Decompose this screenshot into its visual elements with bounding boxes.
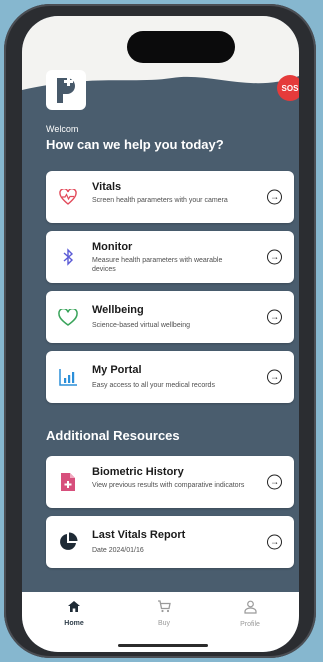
- arrow-right-circle-icon[interactable]: →: [267, 369, 282, 385]
- tab-profile[interactable]: Profile: [220, 600, 280, 628]
- arrow-right-circle-icon[interactable]: →: [267, 249, 282, 265]
- page-title: How can we help you today?: [46, 137, 224, 152]
- document-plus-icon: [58, 472, 78, 492]
- home-indicator: [118, 644, 208, 647]
- tab-buy[interactable]: Buy: [134, 600, 194, 627]
- logo-p-icon: [57, 77, 75, 103]
- app-screen: SOS Welcom How can we help you today? Vi…: [22, 16, 299, 652]
- arrow-right-circle-icon[interactable]: →: [267, 309, 282, 325]
- tab-label: Home: [64, 620, 84, 627]
- card-description: Screen health parameters with your camer…: [92, 197, 228, 204]
- sos-button[interactable]: SOS: [277, 75, 299, 101]
- card-title: My Portal: [92, 364, 142, 376]
- heart-pulse-icon: [58, 187, 78, 207]
- arrow-right-circle-icon[interactable]: →: [267, 474, 282, 490]
- card-title: Wellbeing: [92, 304, 144, 316]
- arrow-right-circle-icon[interactable]: →: [267, 534, 282, 550]
- arrow-right-circle-icon[interactable]: →: [267, 189, 282, 205]
- phone-frame: SOS Welcom How can we help you today? Vi…: [4, 4, 316, 658]
- card-description: Date 2024/01/16: [92, 547, 144, 554]
- card-description: View previous results with comparative i…: [92, 482, 245, 489]
- vitals-card[interactable]: Vitals Screen health parameters with you…: [46, 171, 294, 223]
- cart-icon: [158, 600, 171, 613]
- card-description: Measure health parameters with wearable …: [92, 257, 223, 273]
- heart-outline-icon: [58, 307, 78, 327]
- app-logo: [46, 70, 86, 110]
- biometric-history-card[interactable]: Biometric History View previous results …: [46, 456, 294, 508]
- greeting-text: Welcom: [46, 124, 79, 134]
- card-description: Science-based virtual wellbeing: [92, 322, 191, 329]
- bar-chart-icon: [58, 367, 78, 387]
- card-title: Last Vitals Report: [92, 529, 186, 541]
- dynamic-island: [127, 31, 235, 63]
- card-title: Vitals: [92, 181, 122, 193]
- card-title: Monitor: [92, 241, 133, 253]
- card-description: Easy access to all your medical records: [92, 382, 215, 389]
- person-icon: [243, 600, 257, 614]
- home-icon: [68, 601, 80, 612]
- my-portal-card[interactable]: My Portal Easy access to all your medica…: [46, 351, 294, 403]
- tab-home[interactable]: Home: [44, 600, 104, 627]
- last-vitals-report-card[interactable]: Last Vitals Report Date 2024/01/16 →: [46, 516, 294, 568]
- tab-label: Buy: [157, 620, 171, 627]
- card-title: Biometric History: [92, 466, 184, 478]
- wellbeing-card[interactable]: Wellbeing Science-based virtual wellbein…: [46, 291, 294, 343]
- pie-chart-icon: [58, 532, 78, 552]
- bottom-tab-bar: Home Buy Profile: [22, 592, 299, 652]
- monitor-card[interactable]: Monitor Measure health parameters with w…: [46, 231, 294, 283]
- section-title: Additional Resources: [46, 428, 180, 443]
- bluetooth-icon: [58, 247, 78, 267]
- tab-label: Profile: [240, 621, 260, 628]
